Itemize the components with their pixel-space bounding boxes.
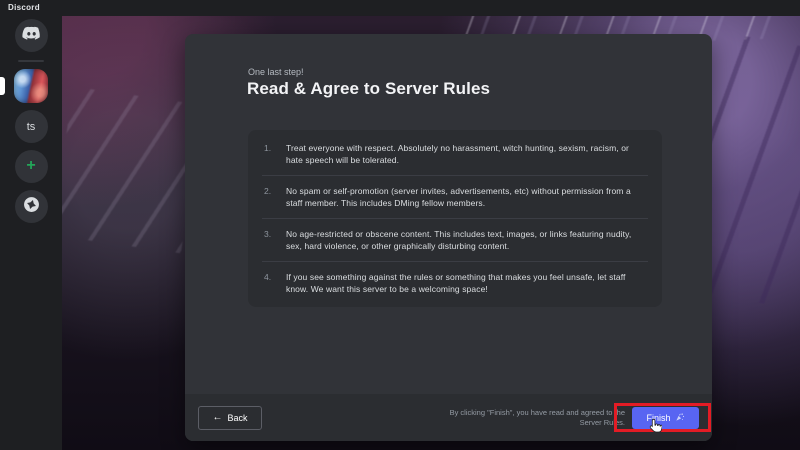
plus-icon: + <box>26 156 36 174</box>
title-bar: Discord <box>0 0 800 16</box>
server-sidebar: ts + <box>0 16 62 450</box>
rule-number: 1. <box>264 143 272 153</box>
modal-footer: ← Back By clicking "Finish", you have re… <box>185 394 712 441</box>
party-popper-icon <box>675 412 685 424</box>
rule-item-2: 2. No spam or self-promotion (server inv… <box>248 176 662 218</box>
discord-window: Discord ts + One last step! Read & Agree… <box>0 0 800 450</box>
sidebar-item-current-server[interactable] <box>0 69 48 103</box>
sidebar-divider <box>18 60 44 62</box>
finish-button[interactable]: Finish <box>632 406 699 429</box>
rule-number: 3. <box>264 229 272 239</box>
rule-text: Treat everyone with respect. Absolutely … <box>286 143 629 165</box>
rule-number: 4. <box>264 272 272 282</box>
rule-number: 2. <box>264 186 272 196</box>
left-arrow-icon: ← <box>212 411 223 423</box>
server-ts-label: ts <box>26 120 36 133</box>
discord-logo-icon <box>21 26 41 46</box>
app-title: Discord <box>8 3 40 12</box>
agreement-note: By clicking "Finish", you have read and … <box>449 407 625 427</box>
background-streaks <box>52 86 202 254</box>
sidebar-item-server-ts[interactable]: ts <box>14 110 48 143</box>
server-rules-modal: One last step! Read & Agree to Server Ru… <box>185 34 712 441</box>
rule-item-3: 3. No age-restricted or obscene content.… <box>248 219 662 261</box>
rule-item-4: 4. If you see something against the rule… <box>248 262 662 304</box>
finish-button-area: Finish <box>614 402 711 432</box>
rule-text: If you see something against the rules o… <box>286 272 626 294</box>
back-button-label: Back <box>227 412 248 423</box>
modal-eyebrow: One last step! <box>248 67 304 77</box>
home-button[interactable] <box>14 19 48 52</box>
rule-text: No spam or self-promotion (server invite… <box>286 186 631 208</box>
explore-servers-button[interactable] <box>14 190 48 223</box>
add-server-button[interactable]: + <box>14 150 48 183</box>
modal-title: Read & Agree to Server Rules <box>247 79 491 98</box>
compass-icon <box>23 196 40 218</box>
finish-button-label: Finish <box>646 412 671 423</box>
rule-text: No age-restricted or obscene content. Th… <box>286 229 632 251</box>
back-button[interactable]: ← Back <box>198 405 262 430</box>
rule-item-1: 1. Treat everyone with respect. Absolute… <box>248 133 662 175</box>
selected-server-pill <box>0 77 5 95</box>
rules-list: 1. Treat everyone with respect. Absolute… <box>248 130 662 307</box>
